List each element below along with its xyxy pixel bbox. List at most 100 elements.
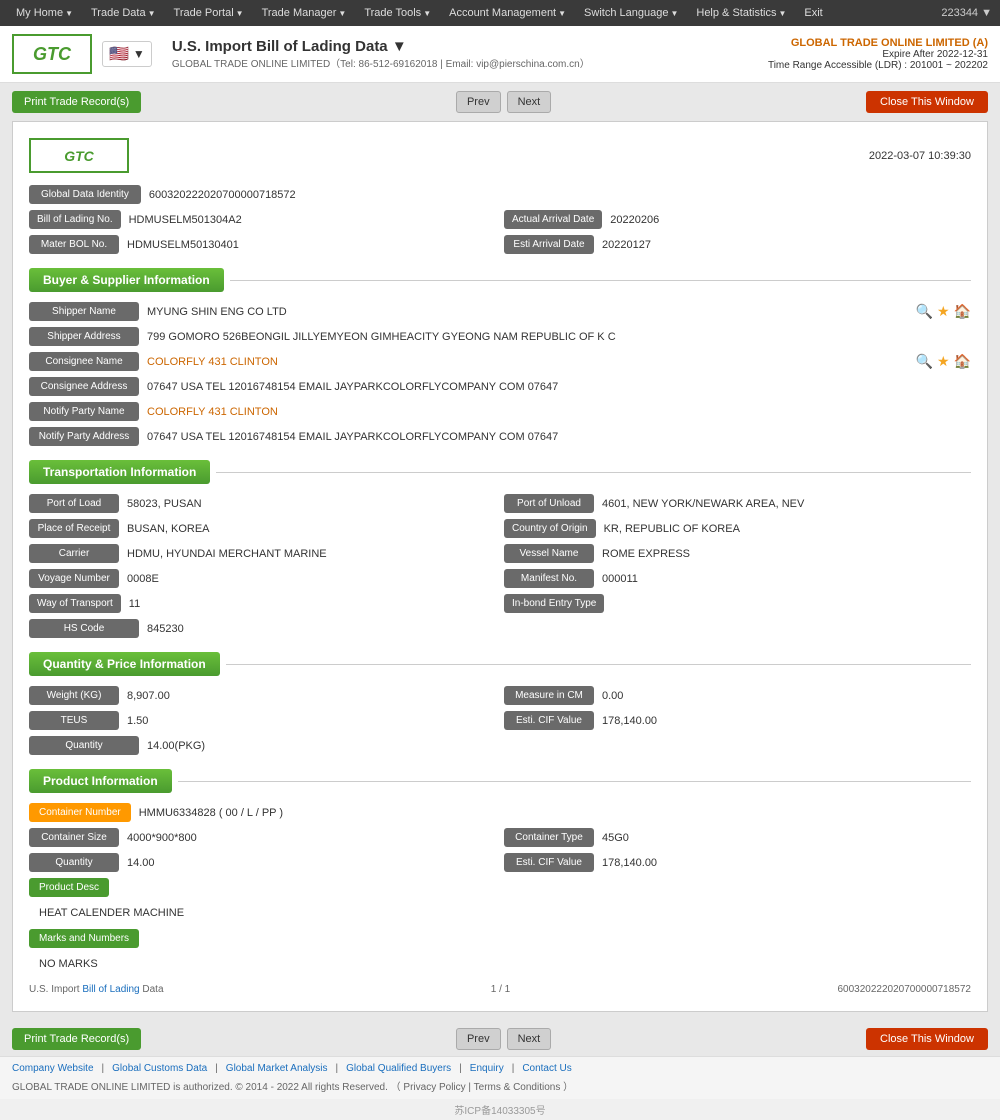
prod-cif-label: Esti. CIF Value (504, 853, 594, 872)
footer-link-buyers[interactable]: Global Qualified Buyers (346, 1063, 451, 1074)
product-title: Product Information (29, 769, 172, 793)
nav-my-home[interactable]: My Home ▼ (8, 3, 81, 23)
teus-cif-row: TEUS 1.50 Esti. CIF Value 178,140.00 (29, 711, 971, 730)
shipper-icons: 🔍 ★ 🏠 (916, 303, 971, 320)
teus-half: TEUS 1.50 (29, 711, 496, 730)
measure-value: 0.00 (602, 690, 971, 702)
shipper-address-label: Shipper Address (29, 327, 139, 346)
search-icon[interactable]: 🔍 (916, 303, 933, 320)
user-id: 223344 ▼ (941, 7, 992, 19)
prod-qty-half: Quantity 14.00 (29, 853, 496, 872)
vessel-half: Vessel Name ROME EXPRESS (504, 544, 971, 563)
container-num-row: Container Number HMMU6334828 ( 00 / L / … (29, 803, 971, 822)
flag-arrow: ▼ (133, 47, 145, 61)
mater-bol-row: Mater BOL No. HDMUSELM50130401 Esti Arri… (29, 235, 971, 254)
consignee-name-value: COLORFLY 431 CLINTON (147, 356, 904, 368)
shipper-name-value: MYUNG SHIN ENG CO LTD (147, 306, 904, 318)
place-receipt-label: Place of Receipt (29, 519, 119, 538)
qty-value: 14.00(PKG) (147, 740, 971, 752)
bol-half: Bill of Lading No. HDMUSELM501304A2 (29, 210, 496, 229)
prod-qty-label: Quantity (29, 853, 119, 872)
manifest-label: Manifest No. (504, 569, 594, 588)
container-type-value: 45G0 (602, 832, 971, 844)
print-button-bottom[interactable]: Print Trade Record(s) (12, 1028, 141, 1050)
teus-value: 1.50 (127, 715, 496, 727)
inbond-label: In-bond Entry Type (504, 594, 604, 613)
expire-info: Expire After 2022-12-31 (768, 49, 988, 60)
close-button-bottom[interactable]: Close This Window (866, 1028, 988, 1050)
nav-trade-data[interactable]: Trade Data ▼ (83, 3, 164, 23)
bol-arrival-row: Bill of Lading No. HDMUSELM501304A2 Actu… (29, 210, 971, 229)
container-type-half: Container Type 45G0 (504, 828, 971, 847)
global-data-label: Global Data Identity (29, 185, 141, 204)
footer-link-customs[interactable]: Global Customs Data (112, 1063, 207, 1074)
container-num-label[interactable]: Container Number (29, 803, 131, 822)
shipper-address-value: 799 GOMORO 526BEONGIL JILLYEMYEON GIMHEA… (147, 331, 971, 343)
notify-address-row: Notify Party Address 07647 USA TEL 12016… (29, 427, 971, 446)
receipt-origin-row: Place of Receipt BUSAN, KOREA Country of… (29, 519, 971, 538)
consignee-home-icon[interactable]: 🏠 (954, 353, 971, 370)
voyage-manifest-row: Voyage Number 0008E Manifest No. 000011 (29, 569, 971, 588)
product-divider (178, 781, 971, 782)
next-button-bottom[interactable]: Next (507, 1028, 552, 1050)
nav-trade-portal[interactable]: Trade Portal ▼ (166, 3, 252, 23)
nav-trade-tools[interactable]: Trade Tools ▼ (356, 3, 439, 23)
nav-trade-manager[interactable]: Trade Manager ▼ (254, 3, 355, 23)
buyer-supplier-title: Buyer & Supplier Information (29, 268, 224, 292)
voyage-half: Voyage Number 0008E (29, 569, 496, 588)
prod-qty-value: 14.00 (127, 857, 496, 869)
logo: GTC (12, 34, 92, 74)
way-transport-label: Way of Transport (29, 594, 121, 613)
footer-link-contact[interactable]: Contact Us (522, 1063, 571, 1074)
qty-price-divider (226, 664, 971, 665)
footer-link-market[interactable]: Global Market Analysis (226, 1063, 328, 1074)
nav-buttons-bottom: Prev Next (456, 1028, 551, 1050)
language-selector[interactable]: 🇺🇸 ▼ (102, 41, 152, 67)
next-button-top[interactable]: Next (507, 91, 552, 113)
bol-label: Bill of Lading No. (29, 210, 121, 229)
measure-label: Measure in CM (504, 686, 594, 705)
prod-cif-value: 178,140.00 (602, 857, 971, 869)
country-origin-value: KR, REPUBLIC OF KOREA (604, 523, 971, 535)
nav-switch-language[interactable]: Switch Language ▼ (576, 3, 686, 23)
marks-row: Marks and Numbers (29, 929, 971, 948)
footer-link-company[interactable]: Company Website (12, 1063, 94, 1074)
qty-label: Quantity (29, 736, 139, 755)
place-receipt-half: Place of Receipt BUSAN, KOREA (29, 519, 496, 538)
actual-arrival-label: Actual Arrival Date (504, 210, 602, 229)
port-unload-half: Port of Unload 4601, NEW YORK/NEWARK ARE… (504, 494, 971, 513)
global-data-row: Global Data Identity 6003202220207000007… (29, 185, 971, 204)
weight-measure-row: Weight (KG) 8,907.00 Measure in CM 0.00 (29, 686, 971, 705)
consignee-star-icon[interactable]: ★ (937, 353, 950, 370)
inbond-half: In-bond Entry Type (504, 594, 971, 613)
bill-of-lading-link[interactable]: Bill of Lading (82, 984, 139, 995)
nav-account-management[interactable]: Account Management ▼ (441, 3, 574, 23)
bol-value: HDMUSELM501304A2 (129, 214, 496, 226)
global-data-value: 600320222020700000718572 (149, 189, 971, 201)
vessel-label: Vessel Name (504, 544, 594, 563)
timestamp: 2022-03-07 10:39:30 (869, 150, 971, 162)
nav-help-statistics[interactable]: Help & Statistics ▼ (688, 3, 794, 23)
prev-button-top[interactable]: Prev (456, 91, 501, 113)
container-num-value: HMMU6334828 ( 00 / L / PP ) (139, 807, 971, 819)
close-button-top[interactable]: Close This Window (866, 91, 988, 113)
print-button-top[interactable]: Print Trade Record(s) (12, 91, 141, 113)
port-unload-label: Port of Unload (504, 494, 594, 513)
esti-cif-half: Esti. CIF Value 178,140.00 (504, 711, 971, 730)
footer-link-enquiry[interactable]: Enquiry (470, 1063, 504, 1074)
marks-value: NO MARKS (29, 954, 971, 974)
transport-inbond-row: Way of Transport 11 In-bond Entry Type (29, 594, 971, 613)
actual-arrival-value: 20220206 (610, 214, 971, 226)
consignee-address-row: Consignee Address 07647 USA TEL 12016748… (29, 377, 971, 396)
marks-label: Marks and Numbers (29, 929, 139, 948)
container-size-label: Container Size (29, 828, 119, 847)
port-load-half: Port of Load 58023, PUSAN (29, 494, 496, 513)
esti-arrival-half: Esti Arrival Date 20220127 (504, 235, 971, 254)
star-icon[interactable]: ★ (937, 303, 950, 320)
home-icon[interactable]: 🏠 (954, 303, 971, 320)
prev-button-bottom[interactable]: Prev (456, 1028, 501, 1050)
port-unload-value: 4601, NEW YORK/NEWARK AREA, NEV (602, 498, 971, 510)
nav-exit[interactable]: Exit (796, 3, 830, 23)
consignee-search-icon[interactable]: 🔍 (916, 353, 933, 370)
buyer-supplier-section-header: Buyer & Supplier Information (29, 268, 971, 292)
